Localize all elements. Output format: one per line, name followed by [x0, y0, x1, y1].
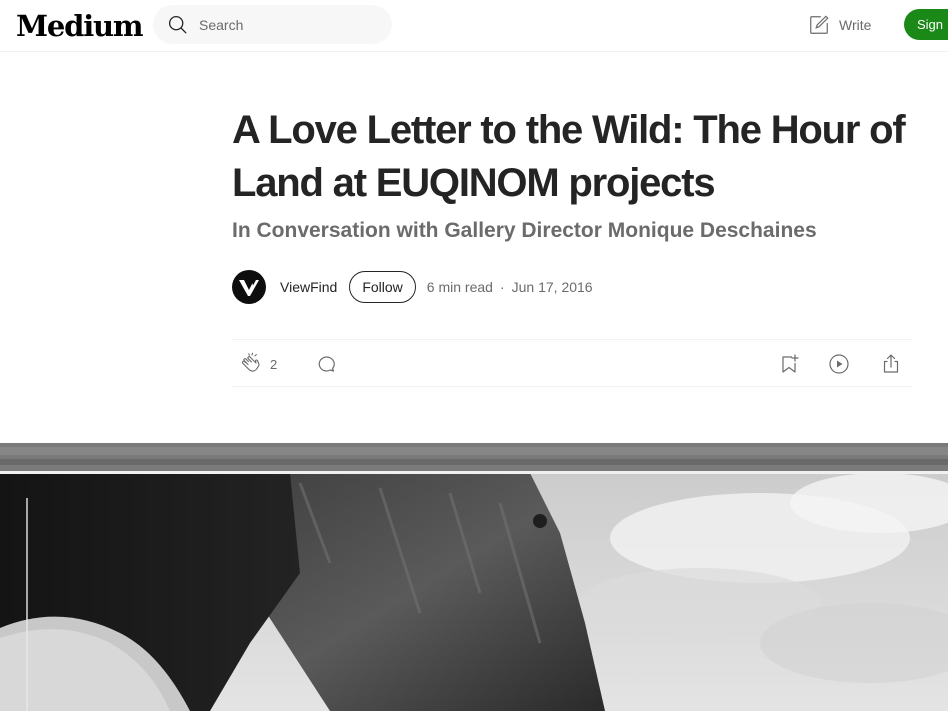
comment-icon [318, 356, 335, 372]
publish-date: Jun 17, 2016 [511, 279, 593, 295]
top-navigation-bar: Medium Write Sign [0, 0, 948, 52]
hero-image [0, 443, 948, 711]
article-action-bar: 2 [232, 339, 912, 387]
write-label: Write [839, 17, 872, 33]
share-button[interactable] [879, 352, 903, 381]
play-icon [829, 354, 849, 374]
meta-separator: · [499, 279, 505, 295]
clap-icon [241, 352, 260, 372]
write-icon [810, 15, 829, 34]
search-box[interactable] [153, 5, 392, 44]
listen-button[interactable] [827, 352, 851, 381]
search-icon [168, 15, 187, 34]
save-button[interactable] [777, 352, 801, 381]
search-input[interactable] [199, 15, 379, 35]
landscape-photo [0, 443, 948, 711]
follow-button[interactable]: Follow [349, 271, 416, 303]
write-button[interactable]: Write [808, 11, 871, 39]
author-avatar[interactable] [232, 270, 266, 304]
author-byline: ViewFind Follow 6 min read · Jun 17, 201… [232, 269, 593, 305]
sign-up-button[interactable]: Sign [904, 9, 948, 40]
author-name[interactable]: ViewFind [280, 279, 337, 295]
share-icon [883, 354, 899, 373]
viewfind-logo-icon [239, 280, 259, 296]
medium-logo[interactable]: Medium [16, 6, 144, 46]
clap-button[interactable]: 2 [240, 352, 277, 376]
comment-button[interactable] [314, 352, 338, 381]
read-time: 6 min read [426, 279, 493, 295]
article-subtitle: In Conversation with Gallery Director Mo… [232, 219, 817, 242]
clap-count: 2 [270, 356, 278, 372]
article-title: A Love Letter to the Wild: The Hour of L… [232, 108, 906, 205]
bookmark-add-icon [782, 354, 799, 373]
